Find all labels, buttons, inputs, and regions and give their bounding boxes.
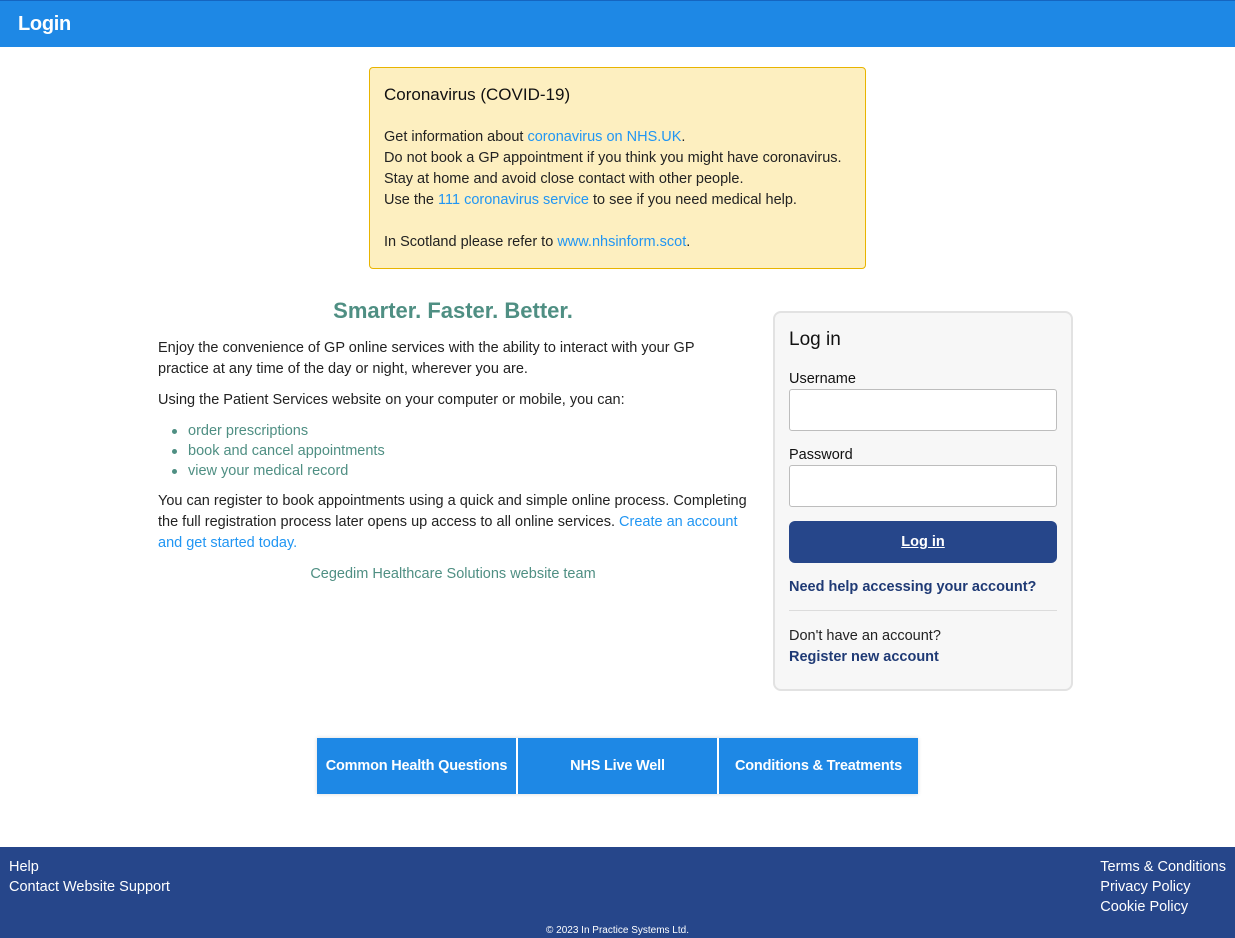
covid-line-gp: Do not book a GP appointment if you thin… <box>384 150 842 166</box>
password-field[interactable] <box>789 465 1057 507</box>
common-health-questions-button[interactable]: Common Health Questions <box>317 738 516 794</box>
top-bar: Login <box>0 0 1235 47</box>
111-coronavirus-link[interactable]: 111 coronavirus service <box>438 192 589 208</box>
footer-cookie-link[interactable]: Cookie Policy <box>1100 897 1226 917</box>
covid-text: Get information about <box>384 129 528 145</box>
covid-text: Use the <box>384 192 438 208</box>
login-panel: Log in Username Password Log in Need hel… <box>773 311 1073 691</box>
covid-line-scotland: In Scotland please refer to www.nhsinfor… <box>384 232 851 253</box>
footer-terms-link[interactable]: Terms & Conditions <box>1100 857 1226 877</box>
signature: Cegedim Healthcare Solutions website tea… <box>310 566 596 582</box>
login-heading: Log in <box>789 329 841 350</box>
divider <box>789 610 1057 611</box>
intro-paragraph: Enjoy the convenience of GP online servi… <box>158 340 695 377</box>
covid-text: . <box>681 129 686 145</box>
covid-line-111: Use the 111 coronavirus service to see i… <box>384 190 851 211</box>
log-in-button[interactable]: Log in <box>789 521 1057 563</box>
intro-section: Smarter. Faster. Better. Enjoy the conve… <box>158 298 748 595</box>
covid-notice: Coronavirus (COVID-19) Get information a… <box>369 67 866 269</box>
nhs-uk-coronavirus-link[interactable]: coronavirus on NHS.UK <box>527 129 681 145</box>
password-label: Password <box>789 447 853 463</box>
covid-heading: Coronavirus (COVID-19) <box>384 85 571 104</box>
username-field[interactable] <box>789 389 1057 431</box>
username-label: Username <box>789 371 856 387</box>
covid-text: to see if you need medical help. <box>588 192 797 208</box>
feature-list: order prescriptions book and cancel appo… <box>172 421 748 481</box>
covid-text: In Scotland please refer to <box>384 234 558 250</box>
nhs-live-well-button[interactable]: NHS Live Well <box>518 738 717 794</box>
register-account-link[interactable]: Register new account <box>789 649 939 665</box>
intro-heading: Smarter. Faster. Better. <box>333 298 573 323</box>
footer-contact-support-link[interactable]: Contact Website Support <box>9 877 170 897</box>
health-links: Common Health Questions NHS Live Well Co… <box>317 738 918 794</box>
list-item: view your medical record <box>172 461 748 481</box>
covid-line-info: Get information about coronavirus on NHS… <box>384 127 851 148</box>
footer-left-links: Help Contact Website Support <box>9 857 170 897</box>
nhsinform-link[interactable]: www.nhsinform.scot <box>557 234 686 250</box>
intro-paragraph: You can register to book appointments us… <box>158 491 748 554</box>
list-item: book and cancel appointments <box>172 441 748 461</box>
no-account-text: Don't have an account? <box>789 628 941 644</box>
intro-paragraph: Using the Patient Services website on yo… <box>158 392 625 408</box>
footer-right-links: Terms & Conditions Privacy Policy Cookie… <box>1100 857 1226 917</box>
copyright: © 2023 In Practice Systems Ltd. <box>546 925 689 936</box>
footer-help-link[interactable]: Help <box>9 857 170 877</box>
conditions-treatments-button[interactable]: Conditions & Treatments <box>719 738 918 794</box>
page-title: Login <box>18 13 71 35</box>
covid-line-stay-home: Stay at home and avoid close contact wit… <box>384 171 744 187</box>
help-accessing-account-link[interactable]: Need help accessing your account? <box>789 579 1057 595</box>
covid-text: . <box>686 234 691 250</box>
list-item: order prescriptions <box>172 421 748 441</box>
footer: Help Contact Website Support Terms & Con… <box>0 847 1235 938</box>
footer-privacy-link[interactable]: Privacy Policy <box>1100 877 1226 897</box>
